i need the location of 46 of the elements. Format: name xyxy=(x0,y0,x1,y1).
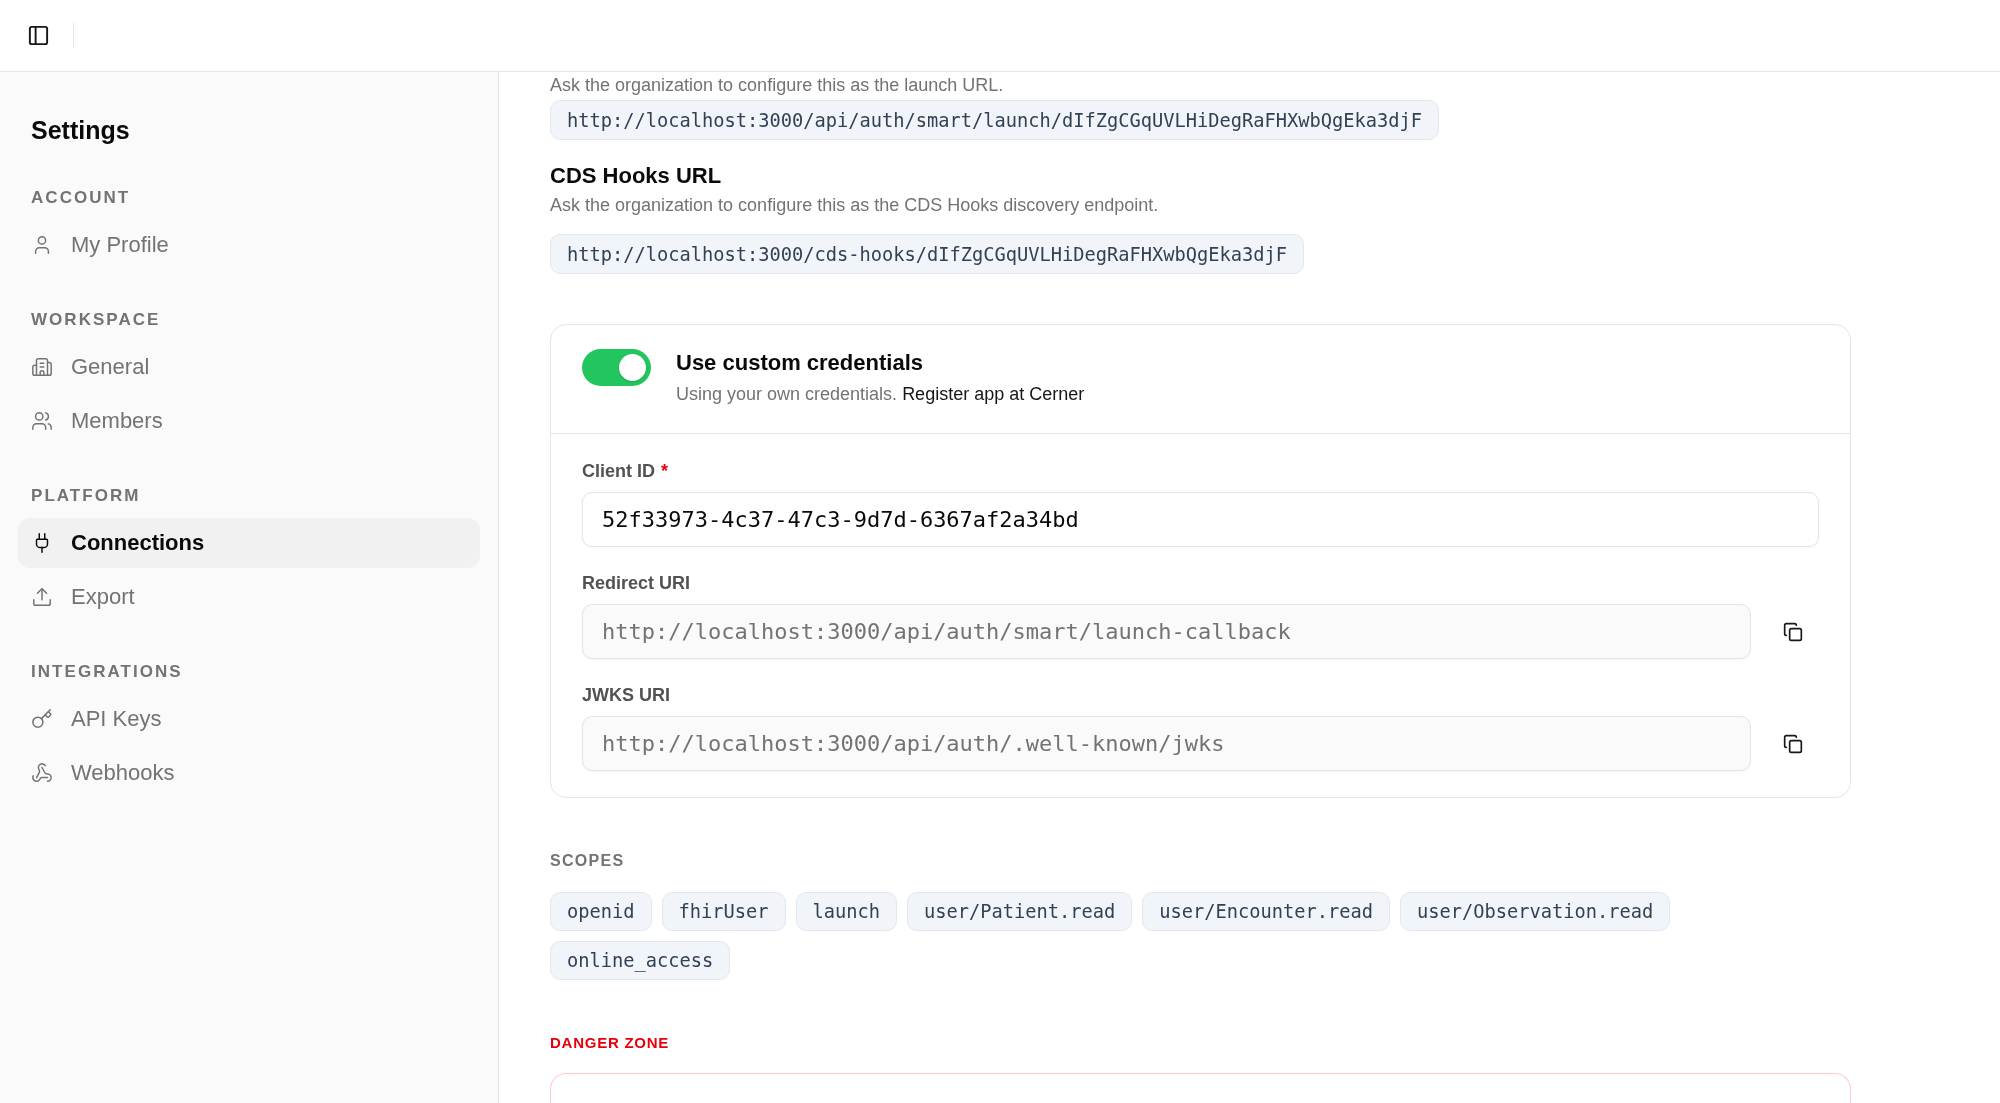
scope-tag: user/Patient.read xyxy=(907,892,1133,931)
nav-item[interactable]: My Profile xyxy=(18,220,480,270)
sidebar-icon xyxy=(27,24,50,47)
section-label: ACCOUNT xyxy=(31,188,132,208)
field-description: Ask the organization to configure this as the launch URL. xyxy=(550,74,1005,96)
sidebar-toggle-button[interactable] xyxy=(27,24,50,47)
nav-item[interactable]: Connections xyxy=(18,518,480,568)
nav-item[interactable]: Members xyxy=(18,396,480,446)
field-label: Redirect URI xyxy=(582,572,691,595)
scope-tag: user/Observation.read xyxy=(1400,892,1671,931)
scope-tag: user/Encounter.read xyxy=(1142,892,1391,931)
scope-tag: launch xyxy=(795,892,898,931)
section-label: SCOPES xyxy=(550,851,626,871)
scope-tag: online_access xyxy=(550,941,731,980)
required-mark: * xyxy=(661,460,669,483)
field-label: Client ID xyxy=(582,460,655,483)
nav-item[interactable]: API Keys xyxy=(18,694,480,744)
key-icon xyxy=(31,708,53,730)
scope-tag: openid xyxy=(550,892,652,931)
scope-tag: fhirUser xyxy=(661,892,786,931)
toggle-switch[interactable] xyxy=(582,349,651,386)
field-label: JWKS URI xyxy=(582,684,670,707)
nav-item[interactable]: Export xyxy=(18,572,480,622)
url-code: http://localhost:3000/cds-hooks/dIfZgCGqUVLHiDegRaFHXwbQgEka3djF xyxy=(550,234,1305,274)
upload-icon xyxy=(31,586,53,608)
section-label: WORKSPACE xyxy=(31,310,162,330)
url-code: http://localhost:3000/api/auth/smart/launch/dIfZgCGqUVLHiDegRaFHXwbQgEka3djF xyxy=(550,100,1440,140)
copy-icon xyxy=(1783,621,1803,642)
card-description: Using your own credentials. Register app at Cerner xyxy=(676,383,1085,406)
copy-icon xyxy=(1783,733,1803,754)
card-title: Use custom credentials xyxy=(676,349,924,377)
field-description: Ask the organization to configure this as the CDS Hooks discovery endpoint. xyxy=(550,194,1160,216)
users-icon xyxy=(31,410,53,432)
section-title: CDS Hooks URL xyxy=(550,162,723,190)
nav-item[interactable]: Webhooks xyxy=(18,748,480,798)
nav-item[interactable]: General xyxy=(18,342,480,392)
section-label: DANGER ZONE xyxy=(550,1033,671,1053)
text-input[interactable]: http://localhost:3000/api/auth/.well-known/jwks xyxy=(582,716,1751,771)
text-input[interactable]: 52f33973-4c37-47c3-9d7d-6367af2a34bd xyxy=(582,492,1819,547)
sidebar-title: Settings xyxy=(31,115,131,146)
building-icon xyxy=(31,356,53,378)
text-input[interactable]: http://localhost:3000/api/auth/smart/launch-callback xyxy=(582,604,1751,659)
register-link[interactable]: Register app at Cerner xyxy=(902,384,1085,404)
section-label: INTEGRATIONS xyxy=(31,662,184,682)
section-label: PLATFORM xyxy=(31,486,142,506)
webhook-icon xyxy=(31,762,53,784)
